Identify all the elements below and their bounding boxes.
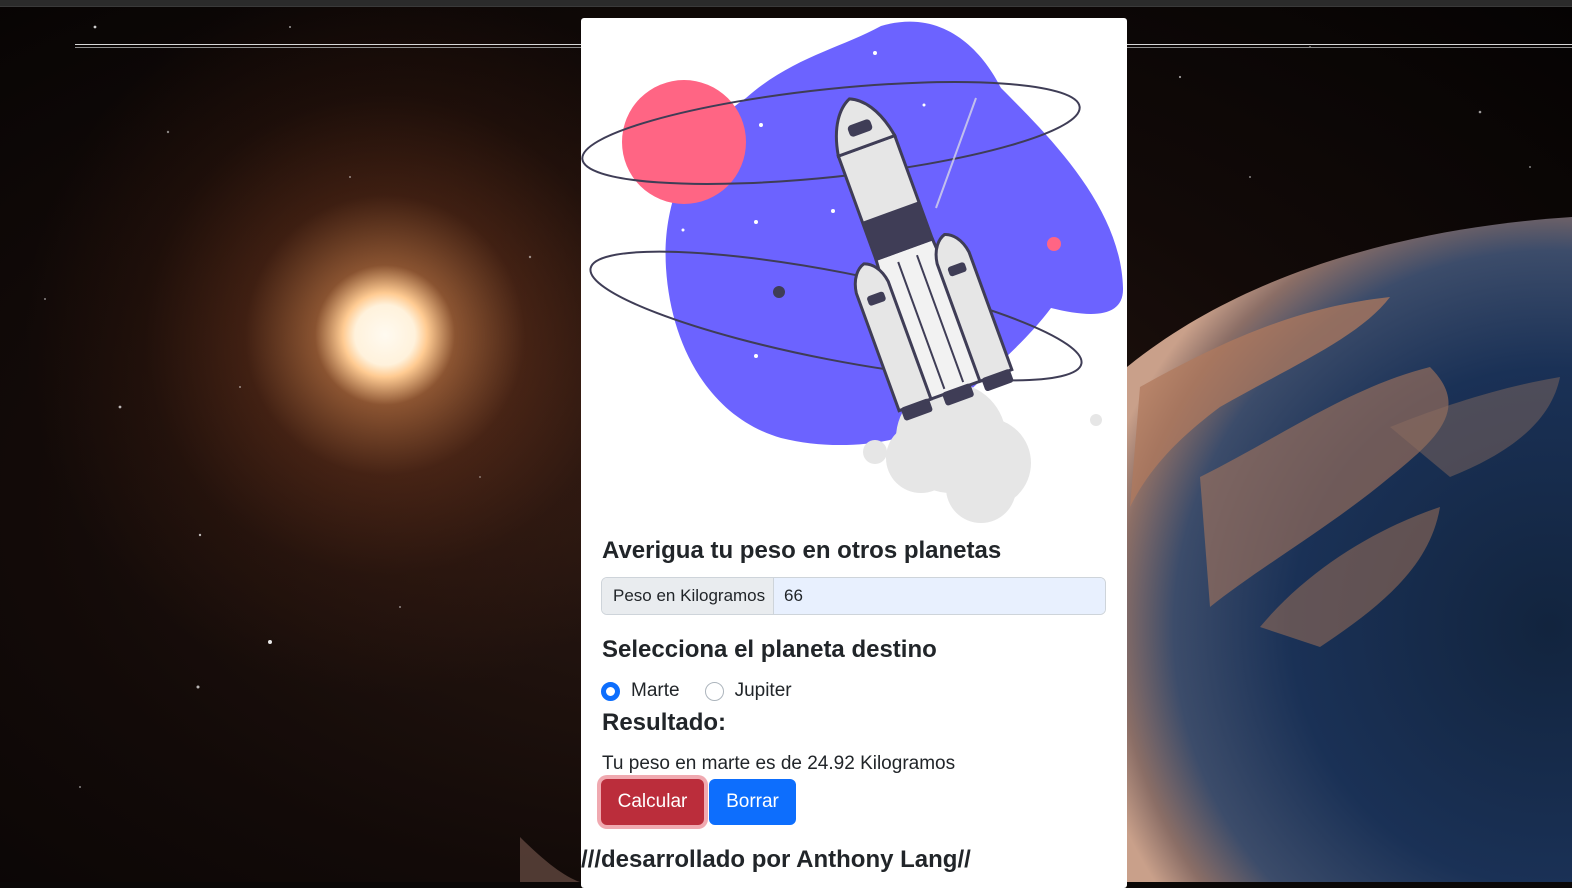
radio-jupiter[interactable] [704,681,724,701]
result-heading: Resultado: [602,709,727,736]
result-text: Tu peso en marte es de 24.92 Kilogramos [602,753,956,774]
planet-heading: Selecciona el planeta destino [602,636,937,663]
weight-label: Peso en Kilogramos [602,578,774,614]
rocket-illustration [581,21,1124,523]
radio-label-jupiter[interactable]: Jupiter [735,680,792,702]
clear-button[interactable]: Borrar [709,779,796,825]
calculate-button[interactable]: Calcular [601,779,704,825]
radio-marte[interactable] [601,681,620,701]
weight-input-group: Peso en Kilogramos [601,577,1106,615]
radio-label-marte[interactable]: Marte [631,680,680,702]
browser-top-bar [0,0,1572,7]
calculator-card: Averigua tu peso en otros planetas Peso … [581,18,1127,888]
planet-radio-group: Marte Jupiter [601,679,817,703]
form-title: Averigua tu peso en otros planetas [602,537,1002,564]
weight-input[interactable] [774,578,1105,614]
developer-credit: ///desarrollado por Anthony Lang// [581,846,971,873]
